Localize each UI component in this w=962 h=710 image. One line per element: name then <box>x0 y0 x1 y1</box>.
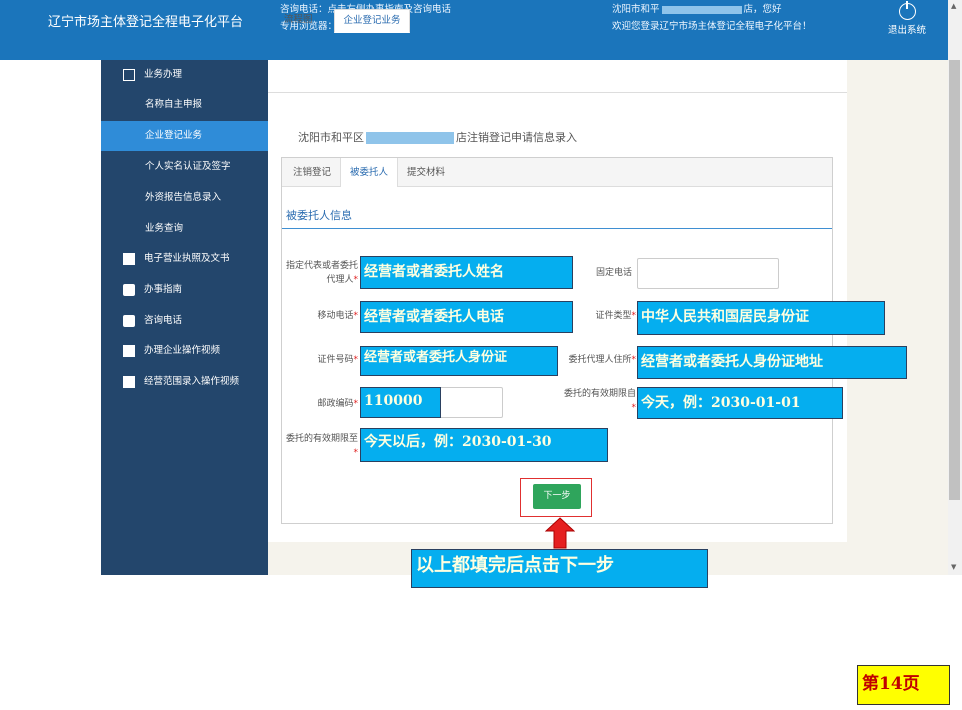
checkbox-icon <box>123 376 135 388</box>
instruction-callout: 以上都填完后点击下一步 <box>411 549 708 588</box>
agent-address-field[interactable]: 经营者或者委托人身份证地址 <box>637 346 907 379</box>
tab-cancellation[interactable]: 注销登记 <box>284 158 340 186</box>
welcome-text: 欢迎您登录辽宁市场主体登记全程电子化平台！ <box>612 21 812 32</box>
user-prefix: 沈阳市和平 <box>612 4 660 15</box>
sidebar-item-name-declare[interactable]: 名称自主申报 <box>101 90 268 120</box>
tab-divider <box>268 92 847 93</box>
sidebar-item-label: 经营范围录入操作视频 <box>144 376 240 387</box>
id-number-field[interactable]: 经营者或者委托人身份证 <box>360 346 558 376</box>
form-container <box>281 157 833 524</box>
sidebar-item-label: 个人实名认证及签字 <box>145 161 231 172</box>
agent-name-label: 指定代表或者委托代理人* <box>286 261 359 285</box>
page-number: 第14页 <box>857 665 950 705</box>
tab-flowchart[interactable]: 流程图 <box>284 9 330 33</box>
arrow-up-icon <box>545 517 575 549</box>
redacted-name <box>366 132 454 144</box>
sidebar-item-video-enterprise[interactable]: 办理企业操作视频 <box>101 336 268 366</box>
document-icon <box>123 253 135 265</box>
top-header: 辽宁市场主体登记全程电子化平台 咨询电话：点击左侧办事指南及咨询电话 专用浏览器… <box>0 0 948 60</box>
scroll-down-icon[interactable]: ▼ <box>951 563 956 571</box>
sidebar-item-label: 业务查询 <box>145 223 184 234</box>
logout-label: 退出系统 <box>887 25 926 36</box>
sidebar-item-label: 外资报告信息录入 <box>145 192 222 203</box>
sidebar-item-business[interactable]: 业务办理 <box>101 60 268 90</box>
checkbox-icon <box>123 345 135 357</box>
section-title: 被委托人信息 <box>286 209 352 222</box>
sidebar-item-label: 名称自主申报 <box>145 99 203 110</box>
sidebar-item-label: 办事指南 <box>144 284 183 295</box>
valid-from-label: 委托的有效期限自* <box>563 389 636 413</box>
scroll-up-icon[interactable]: ▲ <box>951 2 956 10</box>
sidebar-item-label: 电子营业执照及文书 <box>144 253 230 264</box>
sidebar-item-enterprise-registration[interactable]: 企业登记业务 <box>101 121 268 151</box>
user-suffix: 店，您好 <box>743 4 782 15</box>
sidebar-item-phone[interactable]: 咨询电话 <box>101 306 268 336</box>
user-greeting: 沈阳市和平 店，您好 欢迎您登录辽宁市场主体登记全程电子化平台！ <box>612 1 812 35</box>
tab-submit-materials[interactable]: 提交材料 <box>398 158 454 186</box>
logout-button[interactable]: 退出系统 <box>885 0 929 40</box>
agent-name-field[interactable]: 经营者或者委托人姓名 <box>360 256 573 289</box>
tab-enterprise-registration[interactable]: 企业登记业务 <box>334 9 410 33</box>
postcode-value[interactable]: 110000 <box>360 387 441 418</box>
id-type-select[interactable]: 中华人民共和国居民身份证 <box>637 301 885 335</box>
sidebar-item-label: 业务办理 <box>144 69 183 80</box>
heading-suffix: 店注销登记申请信息录入 <box>456 131 577 144</box>
platform-title: 辽宁市场主体登记全程电子化平台 <box>48 15 244 30</box>
chat-icon <box>123 284 135 296</box>
sidebar-item-identity-auth[interactable]: 个人实名认证及签字 <box>101 152 268 182</box>
sidebar-item-video-scope[interactable]: 经营范围录入操作视频 <box>101 367 268 397</box>
mobile-label: 移动电话* <box>317 311 358 321</box>
postcode-label: 邮政编码* <box>317 399 358 409</box>
landline-input[interactable] <box>637 258 779 289</box>
valid-from-field[interactable]: 今天，例：2030-01-01 <box>637 387 843 419</box>
valid-to-field[interactable]: 今天以后，例：2030-01-30 <box>360 428 608 462</box>
sidebar-item-label: 办理企业操作视频 <box>144 345 221 356</box>
section-divider <box>282 228 832 229</box>
tab-delegate[interactable]: 被委托人 <box>340 158 398 187</box>
next-button[interactable]: 下一步 <box>533 484 581 509</box>
mobile-field[interactable]: 经营者或者委托人电话 <box>360 301 573 333</box>
sidebar-item-guide[interactable]: 办事指南 <box>101 275 268 305</box>
id-number-label: 证件号码* <box>317 355 358 365</box>
power-icon <box>898 1 916 20</box>
redacted-name <box>661 5 742 14</box>
sidebar: 业务办理 名称自主申报 企业登记业务 个人实名认证及签字 外资报告信息录入 业务… <box>101 60 268 575</box>
page-heading: 沈阳市和平区 店注销登记申请信息录入 <box>298 129 577 145</box>
scrollbar-thumb[interactable] <box>949 60 960 500</box>
valid-to-label: 委托的有效期限至* <box>286 434 359 458</box>
sidebar-item-query[interactable]: 业务查询 <box>101 214 268 244</box>
sidebar-item-label: 企业登记业务 <box>145 130 203 141</box>
sidebar-item-label: 咨询电话 <box>144 315 183 326</box>
heading-prefix: 沈阳市和平区 <box>298 131 364 144</box>
chat-icon <box>123 315 135 327</box>
agent-address-label: 委托代理人住所* <box>568 355 636 365</box>
edit-icon <box>123 69 135 81</box>
sidebar-item-foreign-report[interactable]: 外资报告信息录入 <box>101 183 268 213</box>
sidebar-item-e-license[interactable]: 电子营业执照及文书 <box>101 244 268 274</box>
